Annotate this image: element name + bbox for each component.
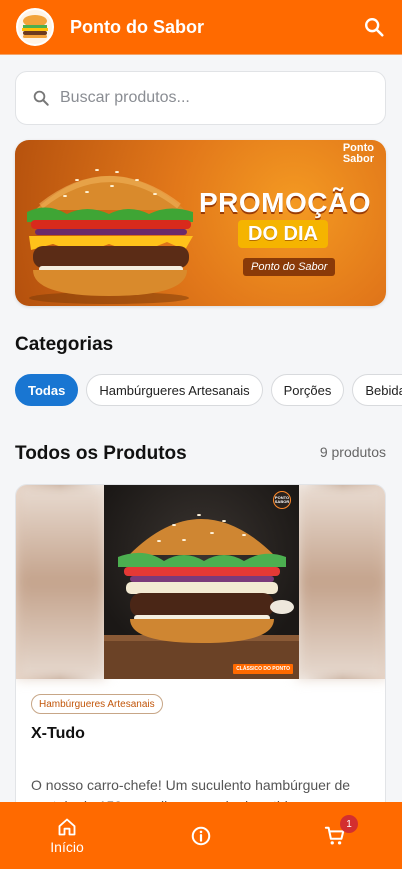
photo-logo: PONTO SABOR — [273, 491, 291, 509]
promo-banner[interactable]: Ponto Sabor PROMOÇÃO DO DIA Ponto do Sab… — [15, 140, 386, 306]
product-photo: PONTO SABOR CLÁSSICO DO PONTO — [104, 485, 299, 679]
home-icon — [58, 818, 76, 835]
app-header: Ponto do Sabor — [0, 0, 402, 55]
nav-home[interactable]: Início — [0, 802, 134, 869]
product-category-tag: Hambúrgueres Artesanais — [31, 694, 163, 714]
cart-count-badge: 1 — [340, 815, 358, 833]
header-search-button[interactable] — [360, 13, 388, 41]
chip-hamburgueres-artesanais[interactable]: Hambúrgueres Artesanais — [86, 374, 263, 406]
nav-cart[interactable]: 1 — [268, 802, 402, 869]
chip-todas[interactable]: Todas — [15, 374, 79, 406]
nav-home-label: Início — [50, 838, 84, 855]
bottom-navigation: Início 1 — [0, 802, 402, 869]
search-input[interactable] — [60, 89, 350, 107]
products-title: Todos os Produtos — [15, 443, 187, 464]
app-title: Ponto do Sabor — [70, 16, 204, 37]
product-name: X-Tudo — [31, 725, 85, 742]
banner-brand-logo: Ponto Sabor — [334, 143, 374, 165]
category-chips: Todas Hambúrgueres Artesanais Porções Be… — [15, 374, 402, 407]
photo-badge: CLÁSSICO DO PONTO — [233, 664, 293, 674]
burger-image — [27, 169, 193, 304]
products-count: 9 produtos — [319, 444, 386, 460]
product-card[interactable]: PONTO SABOR CLÁSSICO DO PONTO Hambúrguer… — [15, 484, 386, 824]
burger-photo-image — [104, 514, 299, 679]
chip-porcoes[interactable]: Porções — [270, 374, 345, 406]
search-bar[interactable] — [15, 71, 386, 125]
app-logo[interactable] — [16, 8, 54, 46]
info-icon — [191, 826, 211, 845]
search-icon — [365, 18, 384, 37]
burger-logo-icon — [22, 15, 48, 38]
search-icon — [33, 90, 49, 106]
banner-brand-line2: Sabor — [342, 153, 374, 165]
promo-subtitle: DO DIA — [238, 220, 328, 248]
product-image-area: PONTO SABOR CLÁSSICO DO PONTO — [16, 485, 385, 679]
promo-title: PROMOÇÃO — [199, 187, 371, 218]
promo-brand-label: Ponto do Sabor — [243, 258, 336, 276]
chip-bebidas[interactable]: Bebidas — [352, 374, 402, 406]
categories-title: Categorias — [15, 334, 114, 355]
nav-info[interactable] — [134, 802, 268, 869]
